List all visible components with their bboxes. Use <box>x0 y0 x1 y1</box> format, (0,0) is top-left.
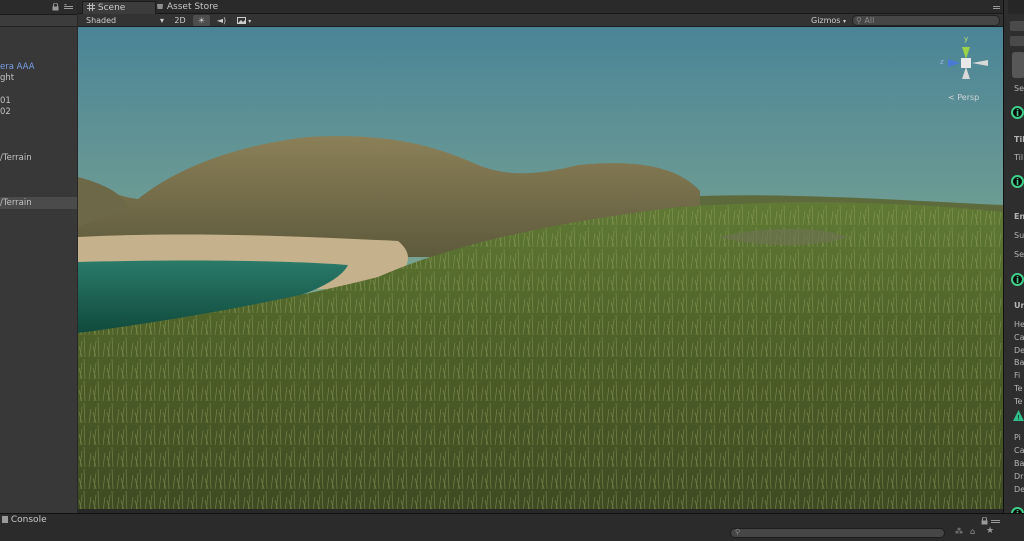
inspector-field-label: Ca <box>1014 446 1024 455</box>
mode-2d-toggle[interactable]: 2D <box>171 15 189 26</box>
inspector-field-label: Til <box>1014 153 1024 162</box>
hierarchy-item[interactable]: /Terrain <box>0 152 32 164</box>
hierarchy-item[interactable]: ght <box>0 72 14 84</box>
star-icon[interactable]: ★ <box>986 526 994 536</box>
inspector-field-label: Ca <box>1014 333 1024 342</box>
inspector-header <box>1008 0 1024 14</box>
projection-toggle[interactable]: < Persp <box>948 93 979 102</box>
inspector-section-label: Til <box>1014 135 1024 144</box>
console-icon <box>2 516 8 523</box>
info-glyph: i <box>1015 178 1020 188</box>
hierarchy-item-label: era AAA <box>0 62 35 72</box>
info-glyph: i <box>1015 276 1020 286</box>
tab-asset-store-label: Asset Store <box>166 2 219 12</box>
scene-search-placeholder: All <box>864 16 875 25</box>
hierarchy-item-label: 01 <box>0 96 11 106</box>
panel-menu-icon[interactable] <box>64 4 73 11</box>
gizmos-dropdown[interactable]: Gizmos ▾ <box>811 14 849 27</box>
inspector-field-label: Te <box>1014 384 1023 393</box>
gizmo-z-label: z <box>940 58 944 66</box>
info-icon: i <box>1011 175 1024 188</box>
inspector-field-label: De <box>1014 346 1024 355</box>
inspector-button[interactable] <box>1010 36 1024 46</box>
scene-viewport[interactable]: y z < Persp <box>78 27 1003 509</box>
hierarchy-item-label: /Terrain <box>0 198 32 208</box>
tab-bar-menu-icon[interactable] <box>993 4 1000 10</box>
tab-console[interactable]: Console <box>2 515 62 526</box>
draw-mode-dropdown[interactable]: Shaded ▾ <box>86 14 166 27</box>
inspector-section-label: En <box>1014 212 1024 221</box>
lock-icon[interactable] <box>52 2 59 11</box>
scene-search-input[interactable]: ⚲ All <box>852 15 1000 26</box>
draw-mode-label: Shaded <box>86 16 117 25</box>
orientation-gizmo[interactable]: y z <box>936 33 996 93</box>
search-icon: ⚲ <box>856 16 862 25</box>
mode-2d-label: 2D <box>174 16 186 25</box>
scene-grid-icon <box>87 3 95 11</box>
search-icon: ⚲ <box>735 528 741 536</box>
effects-dropdown[interactable]: ▾ <box>234 15 254 26</box>
hierarchy-search[interactable] <box>0 15 77 27</box>
info-glyph: i <box>1015 109 1020 119</box>
gizmo-y-label: y <box>964 35 969 43</box>
hierarchy-item-selected[interactable]: /Terrain <box>0 197 77 209</box>
tab-scene[interactable]: Scene <box>82 1 156 15</box>
warning-glyph: ! <box>1017 414 1020 422</box>
tab-console-label: Console <box>10 515 47 525</box>
gizmos-label: Gizmos <box>811 16 841 25</box>
audio-toggle[interactable]: ◄) <box>214 15 229 26</box>
console-panel: Console ⚲ ⁂ ⌂ ★ <box>0 513 1024 541</box>
tab-asset-store[interactable]: Asset Store <box>152 1 230 14</box>
terrain-tool-button[interactable] <box>1012 52 1024 78</box>
speaker-icon: ◄) <box>216 16 227 25</box>
inspector-field-label: He <box>1014 320 1024 329</box>
chevron-down-icon: ▾ <box>843 18 847 25</box>
projection-label: Persp <box>957 93 980 102</box>
hierarchy-item[interactable]: 02 <box>0 106 11 118</box>
inspector-field-label: Pi <box>1014 433 1021 442</box>
hierarchy-item-label: /Terrain <box>0 153 32 163</box>
scene-tab-bar: Scene Asset Store <box>78 0 1003 15</box>
inspector-field-label: Ba <box>1014 358 1024 367</box>
tab-scene-label: Scene <box>97 3 126 13</box>
filter-icon[interactable]: ⁂ <box>955 527 963 536</box>
inspector-label: Se <box>1014 84 1024 93</box>
terrain-render <box>78 27 1003 509</box>
inspector-field-label: Se <box>1014 250 1024 259</box>
chevron-down-icon: ▾ <box>248 18 252 25</box>
chevron-down-icon: ▾ <box>160 16 165 25</box>
image-icon <box>236 16 246 24</box>
tag-icon[interactable]: ⌂ <box>970 527 975 536</box>
inspector-field-label: Dr <box>1014 472 1024 481</box>
hierarchy-header <box>0 0 77 15</box>
inspector-field-label: Te <box>1014 397 1023 406</box>
inspector-field-label: Su <box>1014 231 1024 240</box>
panel-menu-icon[interactable] <box>991 518 1000 525</box>
hierarchy-item-label: ght <box>0 73 15 83</box>
inspector-field-label: Fi <box>1014 371 1021 380</box>
lighting-toggle[interactable]: ☀ <box>193 15 210 26</box>
sun-icon: ☀ <box>197 16 206 25</box>
hierarchy-panel: era AAA ght 01 02 /Terrain /Terrain <box>0 0 77 513</box>
inspector-section-label: Un <box>1014 301 1024 310</box>
inspector-button[interactable] <box>1010 21 1024 31</box>
info-icon: i <box>1011 273 1024 286</box>
lock-icon[interactable] <box>981 516 988 525</box>
inspector-field-label: Ba <box>1014 459 1024 468</box>
asset-store-icon <box>156 2 164 10</box>
scene-toolbar: Shaded ▾ 2D ☀ ◄) ▾ Gizmos ▾ ⚲ All <box>78 14 1003 27</box>
console-search-input[interactable]: ⚲ <box>730 528 945 538</box>
inspector-field-label: De <box>1014 485 1024 494</box>
chevron-left-icon: < <box>948 93 955 102</box>
warning-icon: ! <box>1013 410 1024 422</box>
info-icon: i <box>1011 106 1024 119</box>
hierarchy-item-label: 02 <box>0 107 11 117</box>
